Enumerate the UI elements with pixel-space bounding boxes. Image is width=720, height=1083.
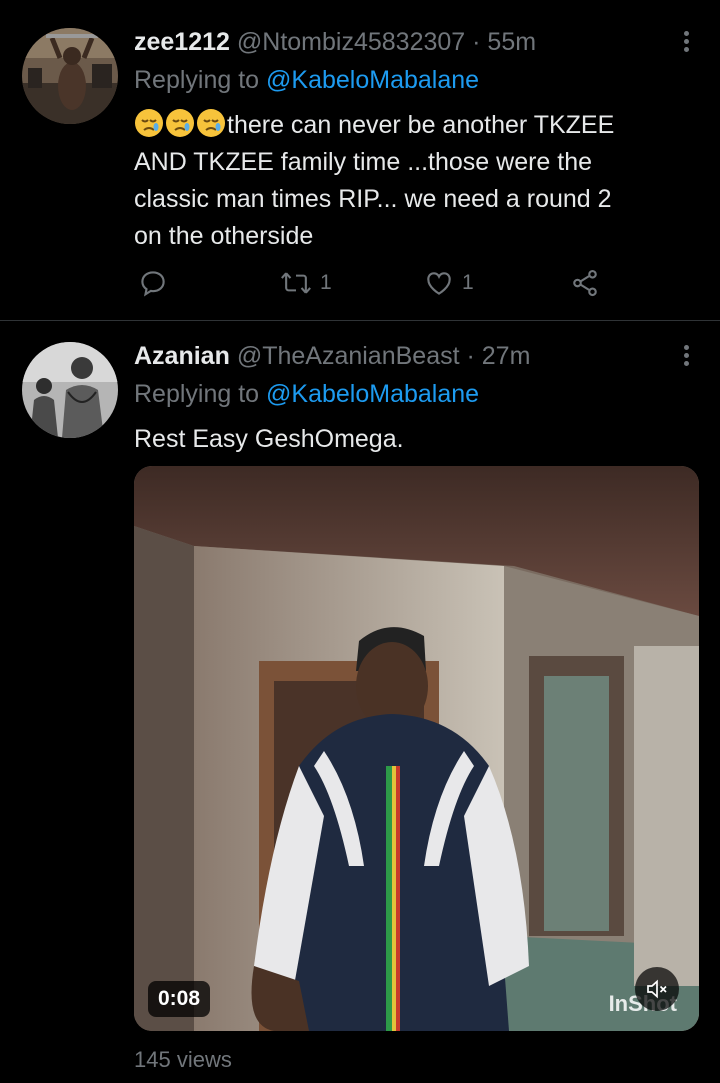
tweet-zee1212[interactable]: zee1212 @Ntombiz45832307 · 55m Replying … bbox=[0, 0, 720, 320]
display-name[interactable]: Azanian bbox=[134, 342, 230, 370]
like-button[interactable]: 1 bbox=[424, 268, 474, 298]
tweet-header: Azanian @TheAzanianBeast · 27m bbox=[134, 342, 530, 371]
avatar[interactable] bbox=[22, 28, 118, 124]
video-frame bbox=[134, 466, 699, 1031]
mention-link[interactable]: @KabeloMabalane bbox=[266, 66, 479, 94]
tweet-text-line-4: on the otherside bbox=[134, 222, 314, 250]
replying-to: Replying to @KabeloMabalane bbox=[134, 380, 479, 409]
reply-icon bbox=[141, 271, 165, 297]
tweet-divider bbox=[0, 320, 720, 321]
muted-speaker-icon bbox=[647, 979, 667, 999]
tweet-header: zee1212 @Ntombiz45832307 · 55m bbox=[134, 28, 536, 57]
retweet-icon bbox=[281, 272, 311, 294]
video-player[interactable]: 0:08 InShot bbox=[134, 466, 699, 1031]
avatar[interactable] bbox=[22, 342, 118, 438]
like-count: 1 bbox=[462, 271, 474, 294]
video-duration: 0:08 bbox=[148, 981, 211, 1017]
more-options-icon[interactable] bbox=[674, 342, 698, 372]
timestamp[interactable]: 27m bbox=[482, 342, 531, 370]
tweet-text: Rest Easy GeshOmega. bbox=[134, 425, 404, 453]
tweet-text: there can never be another TKZEE AND TKZ… bbox=[134, 107, 614, 255]
separator: · bbox=[466, 342, 475, 370]
share-icon bbox=[573, 269, 597, 297]
tweet-text-line-3: classic man times RIP... we need a round… bbox=[134, 185, 612, 213]
reply-button[interactable] bbox=[138, 268, 168, 298]
retweet-button[interactable]: 1 bbox=[280, 268, 332, 298]
user-handle[interactable]: @TheAzanianBeast bbox=[237, 342, 460, 370]
separator: · bbox=[472, 28, 481, 56]
replying-to: Replying to @KabeloMabalane bbox=[134, 66, 479, 95]
display-name[interactable]: zee1212 bbox=[134, 28, 230, 56]
retweet-count: 1 bbox=[320, 271, 332, 294]
user-handle[interactable]: @Ntombiz45832307 bbox=[237, 28, 465, 56]
view-count: 145 views bbox=[134, 1047, 232, 1072]
sad-face-emoji bbox=[196, 108, 226, 138]
sad-face-emoji bbox=[165, 108, 195, 138]
tweet-text-line-1: there can never be another TKZEE bbox=[134, 107, 614, 144]
more-options-icon[interactable] bbox=[674, 28, 698, 58]
timestamp[interactable]: 55m bbox=[487, 28, 536, 56]
sad-face-emoji bbox=[134, 108, 164, 138]
share-button[interactable] bbox=[570, 268, 600, 298]
tweet-text-line-2: AND TKZEE family time ...those were the bbox=[134, 148, 593, 176]
mention-link[interactable]: @KabeloMabalane bbox=[266, 380, 479, 408]
tweet-actions: 1 1 bbox=[134, 268, 614, 304]
heart-icon bbox=[427, 272, 451, 295]
replying-to-label: Replying to bbox=[134, 66, 267, 94]
mute-button[interactable] bbox=[635, 967, 679, 1011]
replying-to-label: Replying to bbox=[134, 380, 267, 408]
